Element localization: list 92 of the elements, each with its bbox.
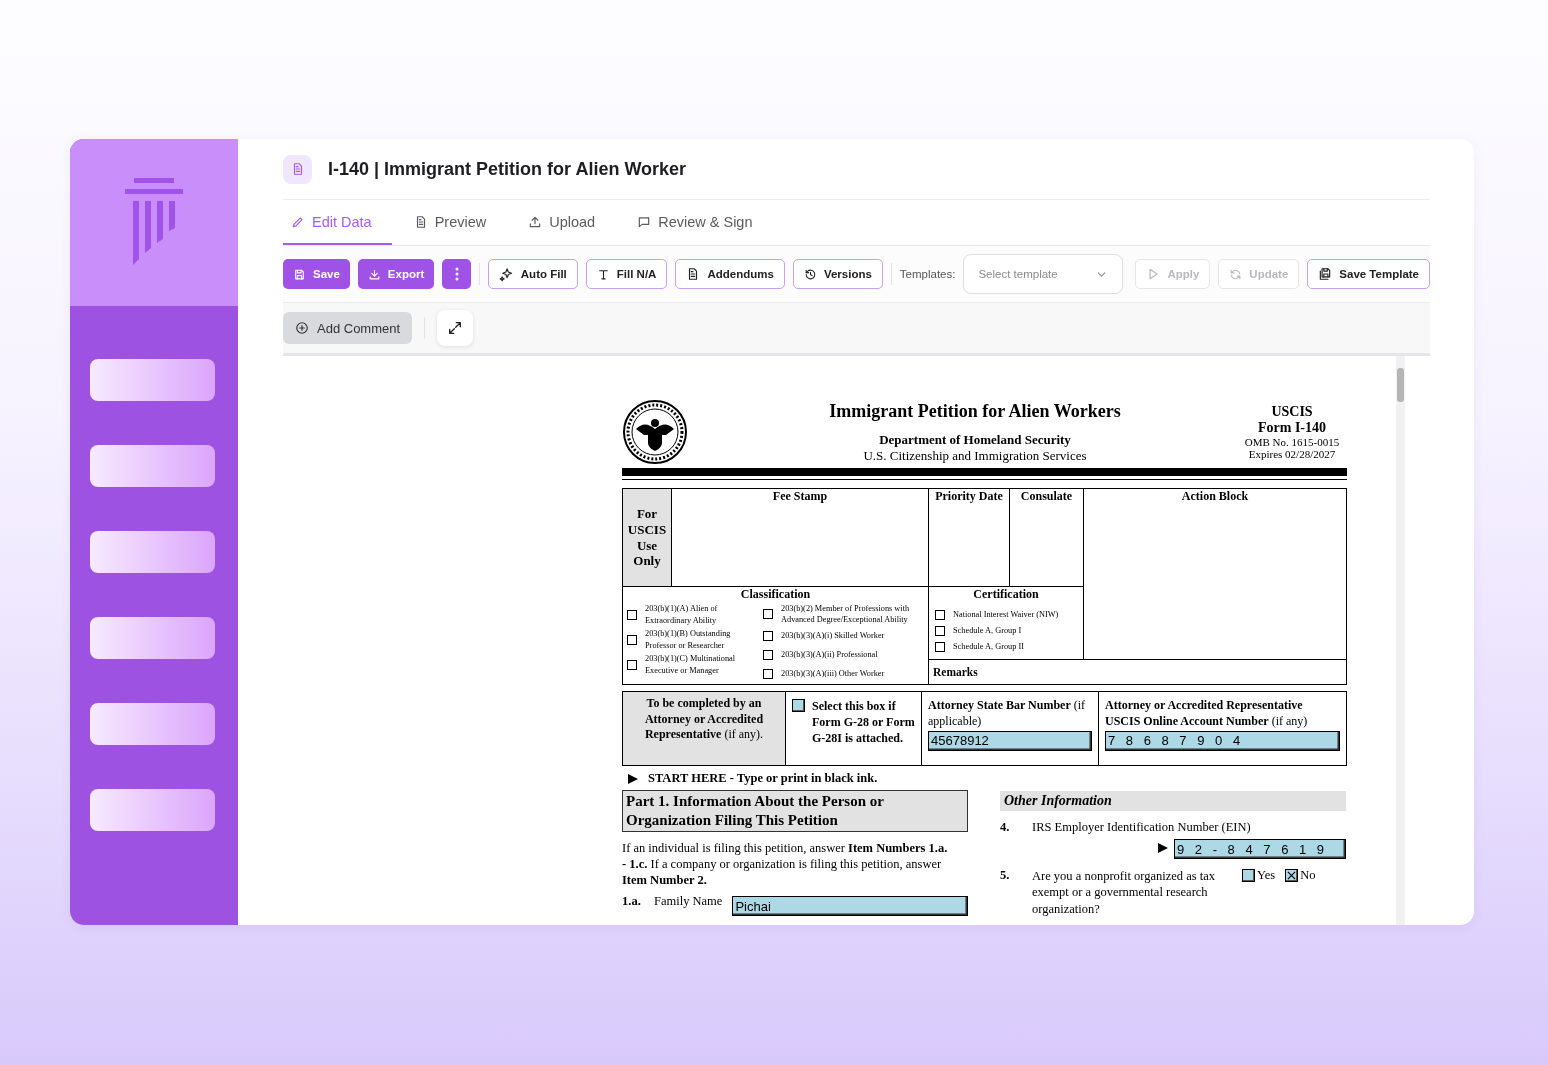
section-heading: Other Information — [1000, 791, 1346, 811]
seal-icon — [622, 399, 688, 465]
checkbox[interactable] — [627, 634, 637, 645]
checkbox[interactable] — [1285, 869, 1299, 882]
checkbox[interactable] — [792, 699, 805, 712]
toolbar-button[interactable]: Save — [283, 259, 350, 289]
checkbox-label: 203(b)(2) Member of Professions with Advanced Degree/Exceptional Ability — [781, 603, 911, 626]
field-label: Family Name — [654, 894, 723, 910]
input-field[interactable]: 45678912 — [928, 731, 1092, 752]
checkbox[interactable] — [1242, 869, 1255, 882]
department-name: Department of Homeland Security — [879, 431, 1071, 448]
more-icon — [454, 267, 459, 281]
cell-heading: Certification — [972, 587, 1040, 602]
checkbox[interactable] — [935, 642, 945, 652]
checkbox[interactable] — [627, 659, 637, 670]
input-field[interactable]: 7 8 6 8 7 9 0 4 — [1105, 731, 1340, 752]
template-select[interactable]: Select template — [963, 254, 1124, 294]
attorney-note: To be completed by an Attorney or Accredited Representative (if any). — [644, 696, 764, 742]
field-label: IRS Employer Identification Number (EIN) — [1032, 820, 1251, 834]
form-number: Form I-140 — [1257, 420, 1326, 436]
checkbox-label: 203(b)(1)(A) Alien of Extraordinary Ability — [645, 603, 719, 626]
checkbox-label: 203(b)(1)(C) Multinational Executive or Manager — [645, 653, 737, 676]
field-label: Attorney State Bar Number (if applicable) — [928, 698, 1086, 728]
triangle-icon — [1158, 843, 1168, 853]
toolbar-button[interactable]: Auto Fill — [487, 259, 578, 289]
tab[interactable]: Upload — [520, 200, 616, 245]
checkbox-label: 203(b)(3)(A)(iii) Other Worker — [781, 668, 885, 680]
item-number: 1.a. — [622, 894, 642, 910]
refresh-icon — [1229, 267, 1243, 281]
expand-button[interactable] — [437, 310, 474, 346]
chat-icon — [637, 214, 652, 229]
checkbox-label: Select this box if Form G-28 or Form G-28I is attached. — [812, 699, 915, 747]
text-icon — [596, 267, 610, 281]
checkbox-label: 203(b)(3)(A)(i) Skilled Worker — [781, 630, 885, 642]
checkbox[interactable] — [935, 610, 945, 620]
cell-heading: Classification — [739, 587, 812, 602]
more-button[interactable] — [442, 259, 471, 289]
toolbar-button[interactable]: Versions — [792, 259, 883, 289]
form-title: Immigrant Petition for Alien Workers — [829, 400, 1121, 422]
checkbox-label: Schedule A, Group I — [953, 625, 1022, 637]
checkbox-label: 203(b)(1)(B) Outstanding Professor or Researcher — [645, 628, 732, 651]
cell-heading: Consulate — [1019, 489, 1074, 504]
pillar-logo-icon — [124, 177, 184, 268]
input-field[interactable]: 9 2 - 8 4 7 6 1 9 — [1174, 839, 1346, 859]
checkbox[interactable] — [763, 609, 773, 620]
agency-abbreviation: USCIS — [1271, 404, 1313, 420]
input-field[interactable]: Pichai — [732, 896, 968, 917]
cell-heading: Fee Stamp — [771, 489, 829, 504]
tab[interactable]: Preview — [405, 200, 507, 245]
triangle-icon — [628, 773, 638, 784]
checkbox-label: No — [1300, 868, 1316, 883]
checkbox[interactable] — [763, 630, 773, 641]
expiration-date: Expires 02/28/2027 — [1248, 448, 1336, 460]
cell-heading: Action Block — [1180, 489, 1250, 504]
question-text: Are you a nonprofit organized as tax exempt or a governmental research organization? — [1032, 868, 1217, 917]
sparkle-icon — [498, 266, 514, 282]
upload-icon — [528, 214, 543, 229]
instruction-text: START HERE - Type or print in black ink. — [648, 771, 878, 786]
cell-heading: For USCIS Use Only — [626, 506, 668, 569]
templates-label: Templates: — [899, 268, 956, 280]
template-button[interactable]: Save Template — [1307, 259, 1430, 289]
add-comment-button[interactable]: Add Comment — [283, 312, 413, 344]
download-icon — [367, 267, 381, 281]
item-number: 4. — [1000, 820, 1011, 835]
checkbox-label: Schedule A, Group II — [953, 641, 1024, 653]
agency-name: U.S. Citizenship and Immigration Services — [863, 447, 1087, 464]
toolbar-button[interactable]: Export — [357, 259, 435, 289]
scrollbar[interactable] — [1396, 356, 1405, 925]
instruction-text: If an individual is filing this petition, answer Item Numbers 1.a. - 1.c. If a company or organization is filing this petition, answer Item Number 2. — [622, 839, 949, 889]
checkbox-label: Yes — [1257, 868, 1276, 883]
page-title: I-140 | Immigrant Petition for Alien Worker — [328, 158, 687, 180]
field-label: Attorney or Accredited Representative USCIS Online Account Number (if any) — [1105, 698, 1308, 728]
checkbox[interactable] — [763, 668, 773, 679]
expand-icon — [447, 320, 464, 336]
save-icon — [293, 267, 306, 281]
pencil-icon — [291, 214, 305, 229]
tab[interactable]: Review & Sign — [629, 200, 773, 245]
toolbar-button[interactable]: Addendums — [675, 259, 785, 289]
section-heading: Part 1. Information About the Person or Organization Filing This Petition — [622, 790, 968, 832]
cell-heading: Remarks — [933, 666, 978, 678]
item-number: 5. — [1000, 868, 1011, 883]
history-icon — [803, 267, 817, 281]
toolbar-button[interactable]: Fill N/A — [585, 259, 668, 289]
save-icon — [1318, 267, 1333, 281]
omb-number: OMB No. 1615-0015 — [1244, 436, 1340, 448]
checkbox[interactable] — [935, 626, 945, 636]
add-comment-icon — [295, 321, 309, 335]
cell-heading: Priority Date — [934, 489, 1004, 504]
checkbox-label: National Interest Waiver (NIW) — [953, 609, 1059, 621]
checkbox[interactable] — [627, 609, 637, 620]
checkbox-label: 203(b)(3)(A)(ii) Professional — [781, 649, 878, 661]
checkbox[interactable] — [763, 649, 773, 660]
